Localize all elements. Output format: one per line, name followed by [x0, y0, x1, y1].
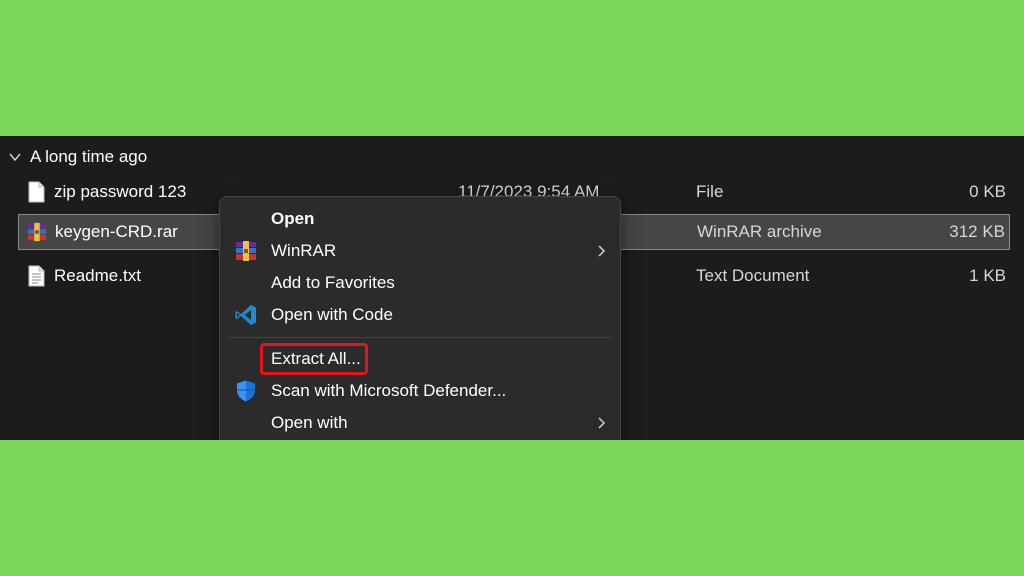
context-menu-clip: Open WinRAR Add to Favorites Open with C… [0, 0, 1024, 440]
menu-item-label: Scan with Microsoft Defender... [271, 381, 507, 400]
menu-item-label: WinRAR [271, 241, 337, 260]
chevron-right-icon [598, 417, 606, 429]
highlight-annotation-box [260, 343, 368, 375]
menu-item-scan-with-defender[interactable]: Scan with Microsoft Defender... [220, 375, 620, 407]
menu-item-open-with-code[interactable]: Open with Code [220, 299, 620, 331]
vscode-icon [235, 305, 256, 325]
menu-separator [228, 337, 612, 338]
context-menu: Open WinRAR Add to Favorites Open with C… [219, 196, 621, 440]
menu-item-label: Open with [271, 413, 348, 432]
chevron-right-icon [598, 245, 606, 257]
winrar-icon [236, 241, 256, 261]
menu-item-winrar[interactable]: WinRAR [220, 235, 620, 267]
menu-item-label: Open with Code [271, 305, 393, 324]
defender-shield-icon [237, 380, 255, 402]
menu-item-open[interactable]: Open [220, 203, 620, 235]
menu-item-label: Add to Favorites [271, 273, 395, 292]
menu-item-open-with[interactable]: Open with [220, 407, 620, 439]
menu-item-add-to-favorites[interactable]: Add to Favorites [220, 267, 620, 299]
menu-item-label: Open [271, 209, 315, 228]
